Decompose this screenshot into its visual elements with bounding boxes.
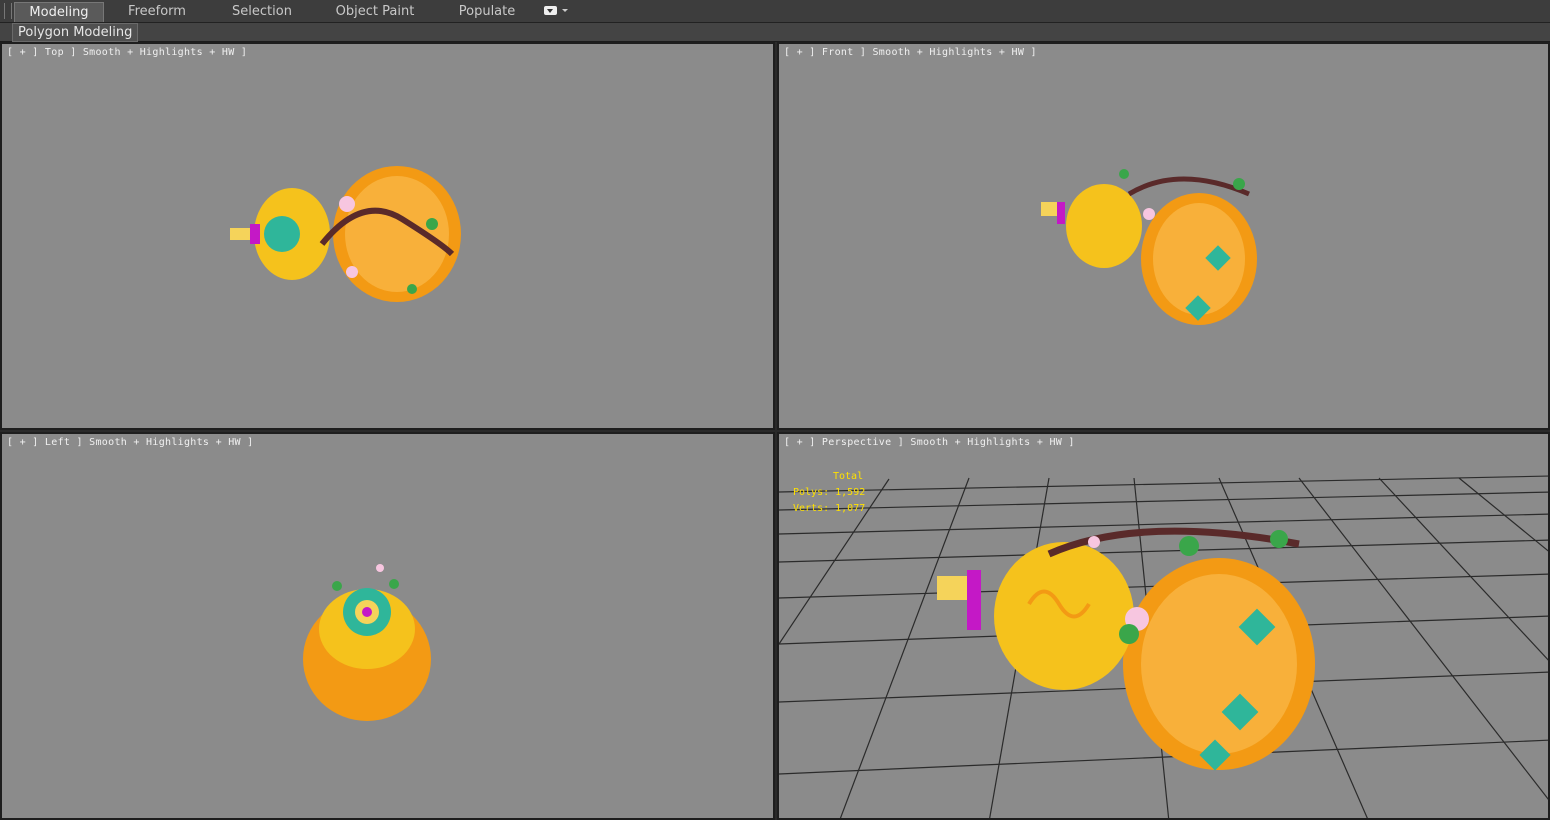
stats-verts: Verts: 1,077: [793, 503, 866, 514]
ribbon-panel-bar: Polygon Modeling: [0, 23, 1550, 42]
tab-populate[interactable]: Populate: [444, 2, 530, 21]
viewport-front[interactable]: [ + ] Front ] Smooth + Highlights + HW ]: [777, 42, 1550, 430]
polycount-stats: Total Polys: 1,592 Verts: 1,077: [793, 469, 865, 517]
gourd-model-front: [1041, 169, 1257, 325]
ribbon-grip-handle[interactable]: [4, 3, 12, 19]
polygon-modeling-panel-button[interactable]: Polygon Modeling: [12, 23, 139, 42]
tab-freeform[interactable]: Freeform: [112, 2, 202, 21]
gourd-model-top: [230, 166, 461, 302]
viewport-label-perspective[interactable]: [ + ] Perspective ] Smooth + Highlights …: [784, 437, 1075, 448]
tab-modeling[interactable]: Modeling: [14, 2, 104, 22]
perspective-grid: [779, 475, 1548, 818]
tab-object-paint[interactable]: Object Paint: [326, 2, 424, 21]
viewport-top[interactable]: [ + ] Top ] Smooth + Highlights + HW ]: [0, 42, 775, 430]
stats-title: Total: [833, 471, 864, 482]
gourd-model-perspective: [937, 527, 1315, 771]
stats-polys: Polys: 1,592: [793, 487, 866, 498]
dropdown-options-icon[interactable]: [544, 6, 570, 17]
gourd-model-left: [303, 564, 431, 721]
tab-selection[interactable]: Selection: [216, 2, 308, 21]
viewport-left[interactable]: [ + ] Left ] Smooth + Highlights + HW ]: [0, 432, 775, 820]
ribbon-tab-bar: Modeling Freeform Selection Object Paint…: [0, 0, 1550, 23]
viewport-perspective[interactable]: [ + ] Perspective ] Smooth + Highlights …: [777, 432, 1550, 820]
